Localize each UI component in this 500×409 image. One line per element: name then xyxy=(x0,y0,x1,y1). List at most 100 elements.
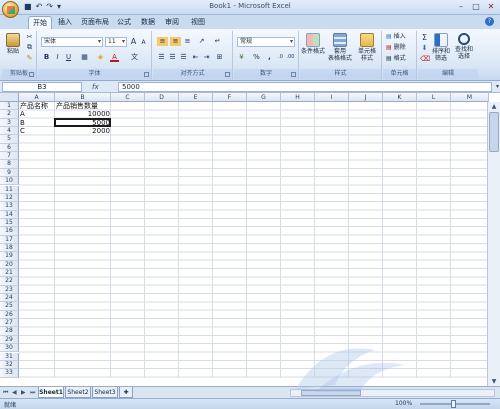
bold-button[interactable]: B xyxy=(42,53,51,62)
insert-function-icon[interactable]: fx xyxy=(92,81,99,93)
next-sheet-icon[interactable]: ▶ xyxy=(21,388,26,398)
percent-icon[interactable]: % xyxy=(252,53,261,62)
wrap-text-icon[interactable]: ↵ xyxy=(213,37,222,46)
scroll-down-icon[interactable]: ▼ xyxy=(488,377,500,386)
increase-decimal-icon[interactable]: .0 xyxy=(276,53,285,62)
maximize-icon[interactable]: □ xyxy=(469,1,483,13)
sheet-tab-sheet1[interactable]: Sheet1 xyxy=(38,387,64,398)
scroll-up-icon[interactable]: ▲ xyxy=(488,102,500,111)
cut-icon[interactable]: ✂ xyxy=(25,33,34,42)
paste-button[interactable]: 粘贴 xyxy=(3,33,23,55)
row-header[interactable]: 15 xyxy=(0,218,19,228)
alignment-launcher-icon[interactable] xyxy=(225,72,230,77)
column-header-b[interactable]: B xyxy=(55,93,111,102)
merge-center-icon[interactable]: ⊞ xyxy=(215,53,224,62)
row-header[interactable]: 21 xyxy=(0,269,19,278)
zoom-slider[interactable] xyxy=(420,400,490,408)
row-header[interactable]: 4 xyxy=(0,127,19,136)
row-header[interactable]: 27 xyxy=(0,319,19,328)
expand-formula-icon[interactable]: ▾ xyxy=(496,83,499,90)
comma-style-icon[interactable]: , xyxy=(265,53,274,62)
font-color-icon[interactable]: A xyxy=(110,53,119,62)
delete-cells-button[interactable]: ▤ 删除 xyxy=(386,44,406,52)
orientation-icon[interactable]: ↗ xyxy=(197,37,206,46)
column-header-l[interactable]: L xyxy=(417,93,451,102)
font-size-select[interactable]: 11 xyxy=(105,37,127,47)
fill-color-icon[interactable]: ◈ xyxy=(96,53,105,62)
row-header[interactable]: 28 xyxy=(0,327,19,336)
column-header-m[interactable]: M xyxy=(451,93,489,102)
column-header-j[interactable]: J xyxy=(349,93,383,102)
table-cell[interactable]: 10000 xyxy=(55,110,111,118)
row-header[interactable]: 12 xyxy=(0,193,19,203)
zoom-level[interactable]: 100% xyxy=(395,400,412,407)
row-header[interactable]: 23 xyxy=(0,285,19,295)
column-header-i[interactable]: I xyxy=(315,93,349,102)
clipboard-launcher-icon[interactable] xyxy=(29,72,34,77)
currency-icon[interactable]: ¥ xyxy=(237,53,246,62)
format-cells-button[interactable]: ▤ 格式 xyxy=(386,55,406,63)
tab-view[interactable]: 视图 xyxy=(190,16,206,29)
row-header[interactable]: 2 xyxy=(0,110,19,119)
row-header[interactable]: 22 xyxy=(0,277,19,286)
row-header[interactable]: 11 xyxy=(0,185,19,194)
tab-page-layout[interactable]: 页面布局 xyxy=(80,16,110,29)
align-left-icon[interactable]: ☰ xyxy=(157,53,166,62)
office-button[interactable] xyxy=(2,1,19,18)
row-header[interactable]: 1 xyxy=(0,102,19,111)
column-header-g[interactable]: G xyxy=(247,93,281,102)
row-header[interactable]: 25 xyxy=(0,302,19,311)
row-header[interactable]: 14 xyxy=(0,210,19,219)
align-bottom-icon[interactable]: ≡ xyxy=(183,37,192,46)
clear-icon[interactable]: ⌫ xyxy=(420,55,430,64)
row-header[interactable]: 19 xyxy=(0,252,19,261)
format-as-table-button[interactable]: 套用 表格格式 xyxy=(327,33,353,62)
row-header[interactable]: 16 xyxy=(0,227,19,236)
row-header[interactable]: 29 xyxy=(0,335,19,345)
row-header[interactable]: 13 xyxy=(0,202,19,211)
tab-home[interactable]: 开始 xyxy=(28,16,52,29)
table-cell[interactable]: B xyxy=(19,119,55,127)
decrease-decimal-icon[interactable]: .00 xyxy=(286,53,295,62)
table-cell[interactable]: 产品名称 xyxy=(19,102,55,110)
font-name-select[interactable]: 宋体 xyxy=(41,37,103,47)
row-header[interactable]: 30 xyxy=(0,344,19,353)
row-header[interactable]: 18 xyxy=(0,243,19,253)
minimize-icon[interactable]: – xyxy=(454,1,468,13)
align-middle-icon[interactable]: ≡ xyxy=(170,37,181,46)
prev-sheet-icon[interactable]: ◀ xyxy=(12,388,17,398)
phonetic-icon[interactable]: 文 xyxy=(130,53,139,62)
tab-review[interactable]: 审阅 xyxy=(164,16,180,29)
column-header-k[interactable]: K xyxy=(383,93,417,102)
row-header[interactable]: 24 xyxy=(0,294,19,303)
number-format-select[interactable]: 常规 xyxy=(237,37,295,47)
number-launcher-icon[interactable] xyxy=(291,72,296,77)
close-icon[interactable]: ✕ xyxy=(484,1,498,13)
row-header[interactable]: 20 xyxy=(0,260,19,269)
horizontal-scrollbar[interactable] xyxy=(290,389,495,397)
row-header[interactable]: 3 xyxy=(0,118,19,128)
align-center-icon[interactable]: ☰ xyxy=(168,53,177,62)
row-header[interactable]: 32 xyxy=(0,360,19,370)
table-cell[interactable]: 5000 xyxy=(55,119,111,127)
row-header[interactable]: 7 xyxy=(0,152,19,161)
name-box[interactable]: B3 xyxy=(2,82,82,92)
font-launcher-icon[interactable] xyxy=(144,72,149,77)
sheet-tab-sheet2[interactable]: Sheet2 xyxy=(65,387,91,398)
help-icon[interactable]: ? xyxy=(485,17,494,26)
tab-insert[interactable]: 插入 xyxy=(56,16,74,29)
tab-data[interactable]: 数据 xyxy=(140,16,156,29)
insert-cells-button[interactable]: ▤ 插入 xyxy=(386,33,406,41)
increase-indent-icon[interactable]: ⇥ xyxy=(202,53,211,62)
row-header[interactable]: 33 xyxy=(0,369,19,378)
conditional-format-button[interactable]: 条件格式 xyxy=(300,33,326,55)
align-right-icon[interactable]: ☰ xyxy=(179,53,188,62)
find-select-button[interactable]: 查找和 选择 xyxy=(453,33,475,60)
last-sheet-icon[interactable]: ⏭ xyxy=(30,388,35,398)
column-header-e[interactable]: E xyxy=(179,93,213,102)
decrease-indent-icon[interactable]: ⇤ xyxy=(191,53,200,62)
column-header-c[interactable]: C xyxy=(111,93,145,102)
align-top-icon[interactable]: ≡ xyxy=(157,37,168,46)
column-header-d[interactable]: D xyxy=(145,93,179,102)
table-cell[interactable]: A xyxy=(19,110,55,118)
